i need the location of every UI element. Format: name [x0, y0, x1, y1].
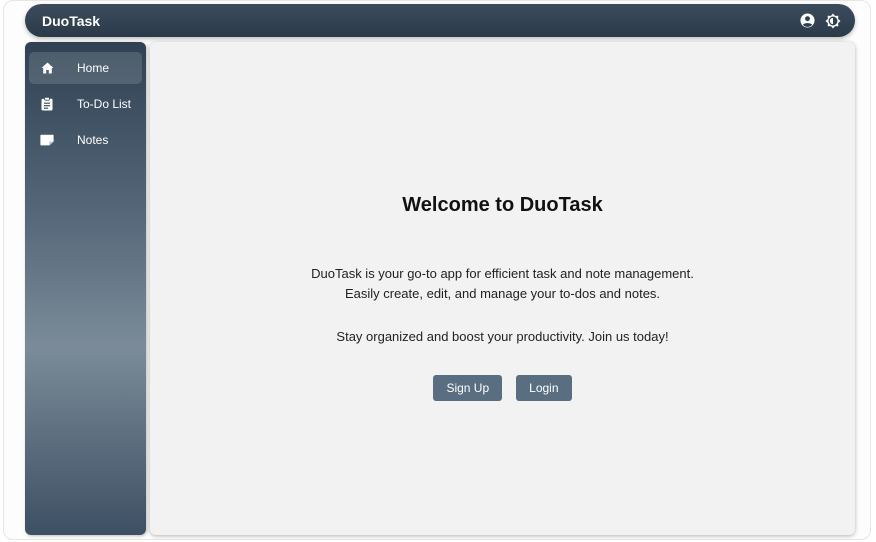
theme-toggle-icon[interactable] — [825, 13, 841, 29]
sidebar-item-notes[interactable]: Notes — [29, 124, 142, 156]
sidebar-item-label: Home — [77, 61, 110, 75]
home-icon — [39, 60, 55, 76]
header-actions — [799, 13, 841, 29]
note-icon — [39, 132, 55, 148]
description-line: DuoTask is your go-to app for efficient … — [311, 266, 694, 281]
sidebar-item-label: To-Do List — [77, 97, 132, 111]
sidebar: Home To-Do List Notes — [25, 42, 146, 535]
clipboard-icon — [39, 96, 55, 112]
app-title: DuoTask — [42, 12, 101, 29]
tagline: Stay organized and boost your productivi… — [336, 329, 669, 344]
auth-buttons: Sign Up Login — [150, 375, 855, 401]
sidebar-item-label: Notes — [77, 133, 109, 147]
app-description: DuoTask is your go-to app for efficient … — [150, 264, 855, 304]
description-line: Easily create, edit, and manage your to-… — [344, 286, 661, 301]
top-app-bar: DuoTask — [25, 4, 855, 37]
login-button[interactable]: Login — [516, 375, 572, 401]
account-icon[interactable] — [799, 13, 815, 29]
sidebar-item-home[interactable]: Home — [29, 52, 142, 84]
page-title: Welcome to DuoTask — [402, 194, 603, 216]
sign-up-button[interactable]: Sign Up — [433, 375, 503, 401]
sidebar-item-todo-list[interactable]: To-Do List — [29, 88, 142, 120]
main-content: Welcome to DuoTask DuoTask is your go-to… — [150, 42, 855, 535]
